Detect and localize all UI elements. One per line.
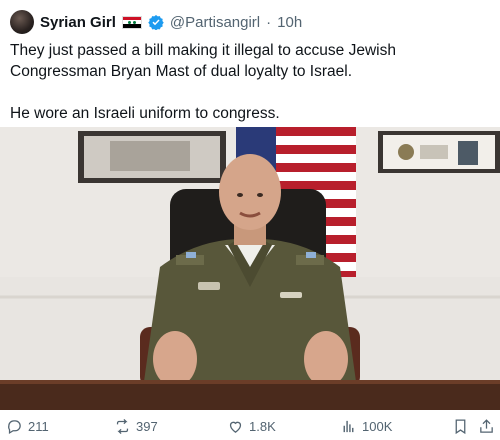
views-count: 100K bbox=[362, 419, 393, 434]
views-icon bbox=[343, 420, 354, 433]
like-count: 1.8K bbox=[249, 419, 276, 434]
tweet-actions-bar: 211 397 1.8K 100K bbox=[0, 412, 500, 440]
share-button[interactable] bbox=[478, 418, 495, 435]
like-button[interactable]: 1.8K bbox=[227, 418, 276, 435]
avatar[interactable] bbox=[10, 10, 34, 34]
tweet-media-image[interactable] bbox=[0, 127, 500, 410]
bookmark-icon bbox=[455, 419, 466, 435]
views-button[interactable]: 100K bbox=[340, 418, 392, 435]
bookmark-button[interactable] bbox=[452, 418, 469, 435]
display-name[interactable]: Syrian Girl bbox=[40, 14, 116, 31]
share-icon bbox=[480, 419, 493, 433]
office-scene-illustration bbox=[0, 127, 500, 410]
tweet-text-line-2: He wore an Israeli uniform to congress. bbox=[10, 105, 280, 122]
repost-button[interactable]: 397 bbox=[114, 418, 158, 435]
repost-icon bbox=[116, 418, 129, 435]
tweet-text: They just passed a bill making it illega… bbox=[10, 40, 494, 124]
syria-flag-icon bbox=[121, 15, 142, 29]
verified-icon bbox=[148, 15, 164, 30]
like-icon bbox=[229, 421, 242, 433]
tweet-header: Syrian Girl @Partisangirl · 10h bbox=[10, 9, 302, 35]
timestamp[interactable]: 10h bbox=[277, 14, 302, 31]
user-handle[interactable]: @Partisangirl bbox=[170, 14, 260, 31]
repost-count: 397 bbox=[136, 419, 158, 434]
reply-button[interactable]: 211 bbox=[6, 418, 49, 435]
separator-dot: · bbox=[266, 13, 272, 31]
reply-icon bbox=[8, 420, 21, 435]
tweet-text-line-1: They just passed a bill making it illega… bbox=[10, 42, 396, 80]
reply-count: 211 bbox=[28, 419, 49, 434]
